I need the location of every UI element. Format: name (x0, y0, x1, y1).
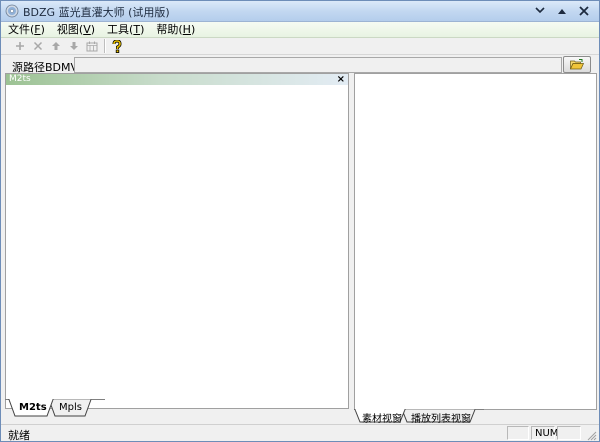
resize-grip-icon[interactable] (586, 430, 597, 441)
status-bar: 就绪 NUM (1, 424, 599, 442)
menu-file[interactable]: 文件(F) (1, 22, 50, 37)
m2ts-pane[interactable]: M2ts × (5, 73, 349, 409)
browse-button[interactable] (563, 56, 591, 73)
maximize-icon (558, 8, 566, 14)
window-title: BDZG 蓝光直灌大师 (试用版) (23, 6, 170, 19)
move-up-button[interactable] (47, 38, 65, 54)
maximize-button[interactable] (551, 3, 573, 18)
close-icon (579, 5, 589, 16)
m2ts-pane-header: M2ts × (6, 74, 348, 85)
help-button[interactable] (108, 38, 126, 54)
toolbar (1, 38, 599, 55)
add-button[interactable] (11, 38, 29, 54)
right-pane[interactable] (354, 73, 597, 410)
tab-material-view[interactable]: 素材视窗 (362, 410, 402, 425)
title-bar[interactable]: BDZG 蓝光直灌大师 (试用版) (1, 1, 599, 22)
calendar-icon (86, 41, 98, 51)
close-button[interactable] (573, 3, 595, 18)
source-path-bar: 源路径BDMV: (1, 56, 599, 74)
schedule-button[interactable] (83, 38, 101, 54)
open-folder-icon (570, 59, 584, 70)
plus-icon (16, 42, 24, 50)
status-cell-empty (507, 426, 529, 440)
menu-bar: 文件(F) 视图(V) 工具(T) 帮助(H) (1, 22, 599, 38)
help-icon (112, 39, 122, 53)
app-window: BDZG 蓝光直灌大师 (试用版) 文件(F) 视图(V) 工具(T) 帮助(H… (0, 0, 600, 442)
source-path-input[interactable] (74, 57, 562, 73)
status-cell-blank (557, 426, 581, 440)
tab-m2ts[interactable]: M2ts (19, 402, 47, 413)
app-disc-icon (5, 4, 19, 18)
minimize-button[interactable] (529, 3, 551, 18)
tab-mpls[interactable]: Mpls (59, 402, 82, 413)
arrow-down-icon (70, 42, 78, 50)
status-text: 就绪 (8, 429, 30, 442)
remove-button[interactable] (29, 38, 47, 54)
menu-tools[interactable]: 工具(T) (100, 22, 149, 37)
num-lock-indicator: NUM (531, 426, 558, 440)
toolbar-separator (104, 39, 105, 53)
x-icon (33, 41, 43, 51)
pane-splitter[interactable] (349, 73, 353, 409)
menu-view[interactable]: 视图(V) (50, 22, 100, 37)
menu-help[interactable]: 帮助(H) (149, 22, 200, 37)
arrow-up-icon (52, 42, 60, 50)
m2ts-pane-title: M2ts (9, 74, 31, 84)
tab-playlist-view[interactable]: 播放列表视窗 (411, 410, 471, 425)
minimize-icon (535, 6, 545, 13)
move-down-button[interactable] (65, 38, 83, 54)
pane-close-icon[interactable]: × (337, 74, 345, 85)
